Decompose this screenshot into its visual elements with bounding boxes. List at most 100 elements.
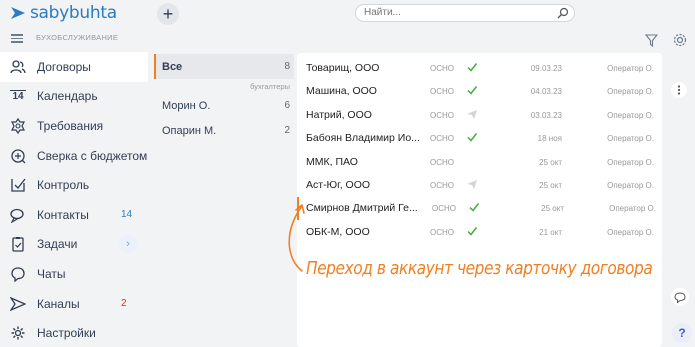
sent-icon xyxy=(467,109,477,119)
contract-name: ММК, ПАО xyxy=(306,155,358,168)
filter-person[interactable]: Морин О. 6 xyxy=(154,93,294,118)
contract-row[interactable]: ММК, ПАО ОСНО 25 окт Оператор О. xyxy=(297,151,662,174)
search-box xyxy=(355,4,575,22)
calendar-icon: 14 xyxy=(10,89,26,103)
operator-name: Оператор О. xyxy=(607,227,654,237)
tax-regime: ОСНО xyxy=(430,64,454,73)
contract-date: 09.03.23 xyxy=(530,64,562,73)
help-button[interactable]: ? xyxy=(672,323,692,343)
contract-date: 21 окт xyxy=(539,227,562,237)
contract-row[interactable]: Товарищ, ООО ОСНО 09.03.23 Оператор О. xyxy=(297,57,662,80)
sidebar-item-requirements[interactable]: Требования xyxy=(0,111,148,141)
sidebar-item-label: Календарь xyxy=(37,89,98,104)
sidebar-item-label: Настройки xyxy=(37,326,96,341)
tasks-icon xyxy=(10,236,26,253)
check-icon xyxy=(467,226,478,236)
filter-label: Все xyxy=(162,60,183,73)
settings-icon xyxy=(10,325,26,341)
sidebar-item-label: Договоры xyxy=(37,59,91,74)
logo-mark-icon xyxy=(11,7,25,19)
contract-row[interactable]: Бабоян Владимир Ио... ОСНО 18 ноя Оператор … xyxy=(297,127,662,150)
operator-name: Оператор О. xyxy=(607,157,654,167)
contract-row[interactable]: ОБК-М, ООО ОСНО 21 окт Оператор О. xyxy=(297,221,662,244)
filter-count: 6 xyxy=(284,100,290,111)
menu-icon[interactable] xyxy=(11,34,23,43)
contract-row[interactable]: Аст-Юг, ООО ОСНО 25 окт Оператор О. xyxy=(297,174,662,197)
contract-date: 03.03.23 xyxy=(530,110,562,120)
contracts-list: Товарищ, ООО ОСНО 09.03.23 Оператор О. Машин… xyxy=(297,53,662,347)
tax-regime: ОСНО xyxy=(430,134,454,144)
tax-regime: ОСНО xyxy=(430,157,454,167)
sidebar: sabybuhta БУХОБСЛУЖИВАНИЕ Договоры 14 Ка… xyxy=(0,0,148,347)
sidebar-item-label: Каналы xyxy=(37,296,80,311)
sidebar-item-control[interactable]: Контроль xyxy=(0,170,148,200)
check-icon xyxy=(469,203,480,213)
filter-caption: бухгалтеры xyxy=(250,82,290,91)
annotation-caption: Переход в аккаунт через карточку договор… xyxy=(306,259,653,279)
contract-row[interactable]: Натрий, ООО ОСНО 03.03.23 Оператор О. xyxy=(297,104,662,127)
filter-person[interactable]: Опарин М. 2 xyxy=(154,118,294,143)
operator-name: Оператор О. xyxy=(607,110,654,120)
sidebar-item-chats[interactable]: Чаты xyxy=(0,259,148,289)
channels-icon xyxy=(10,296,26,312)
reconcile-icon xyxy=(10,148,26,164)
filter-label: Опарин М. xyxy=(162,124,217,137)
channels-count-badge: 2 xyxy=(121,298,127,310)
filter-count: 2 xyxy=(284,125,290,136)
people-icon xyxy=(10,59,26,75)
contract-row[interactable]: Смирнов Дмитрий Ге... ОСНО 25 окт Оператор … xyxy=(297,197,662,221)
control-icon xyxy=(10,177,26,193)
search-input[interactable] xyxy=(364,7,544,18)
contract-name: Смирнов Дмитрий Ге... xyxy=(306,202,418,215)
tax-regime: ОСНО xyxy=(432,204,456,214)
check-icon xyxy=(467,86,478,96)
filter-all[interactable]: Все 8 xyxy=(154,54,294,79)
contract-name: Натрий, ООО xyxy=(306,108,372,121)
contract-date: 25 окт xyxy=(539,181,562,190)
sidebar-item-label: Задачи xyxy=(37,237,78,252)
tax-regime: ОСНО xyxy=(430,181,454,190)
more-options-icon[interactable] xyxy=(671,82,687,98)
sidebar-item-label: Требования xyxy=(37,118,104,133)
contract-name: Товарищ, ООО xyxy=(306,62,380,74)
contract-name: Аст-Юг, ООО xyxy=(306,179,371,191)
add-button[interactable]: + xyxy=(157,3,179,25)
filter-label: Морин О. xyxy=(162,99,211,112)
check-icon xyxy=(467,63,478,72)
tax-regime: ОСНО xyxy=(430,227,454,237)
check-icon xyxy=(467,133,478,142)
operator-name: Оператор О. xyxy=(607,181,654,190)
contract-name: Бабоян Владимир Ио... xyxy=(306,132,420,145)
operator-name: Оператор О. xyxy=(607,87,654,97)
sidebar-item-calendar[interactable]: 14 Календарь xyxy=(0,82,148,112)
sidebar-item-contracts[interactable]: Договоры xyxy=(0,52,148,82)
sidebar-item-tasks[interactable]: Задачи › xyxy=(0,230,148,260)
chat-icon[interactable] xyxy=(671,288,689,306)
search-icon[interactable] xyxy=(557,7,569,19)
sidebar-item-label: Сверка с бюджетом xyxy=(37,148,148,163)
contract-date: 04.03.23 xyxy=(530,87,562,97)
emblem-icon xyxy=(10,117,26,134)
gear-icon[interactable] xyxy=(672,32,688,48)
tax-regime: ОСНО xyxy=(430,87,454,97)
sidebar-item-budget-reconcile[interactable]: Сверка с бюджетом xyxy=(0,141,148,171)
contract-row[interactable]: Машина, ООО ОСНО 04.03.23 Оператор О. xyxy=(297,80,662,103)
chats-icon xyxy=(10,266,26,282)
sidebar-item-label: Контакты xyxy=(37,207,89,222)
sidebar-item-channels[interactable]: Каналы 2 xyxy=(0,289,148,319)
filter-icon[interactable] xyxy=(645,34,658,47)
logo-text: sabybuhta xyxy=(30,3,117,23)
chevron-right-icon[interactable]: › xyxy=(119,235,137,254)
contract-name: Машина, ООО xyxy=(306,85,377,98)
sidebar-item-label: Контроль xyxy=(37,178,90,193)
filter-count: 8 xyxy=(284,61,290,72)
sidebar-item-contacts[interactable]: Контакты 14 xyxy=(0,200,148,230)
operator-name: Оператор О. xyxy=(607,134,654,144)
chat-bubbles-icon xyxy=(10,207,26,223)
sidebar-item-settings[interactable]: Настройки xyxy=(0,318,148,347)
logo[interactable]: sabybuhta xyxy=(10,3,117,23)
operator-name: Оператор О. xyxy=(607,64,654,73)
contract-date: 18 ноя xyxy=(537,134,562,144)
company-name: БУХОБСЛУЖИВАНИЕ xyxy=(36,33,119,42)
contract-date: 25 окт xyxy=(541,204,564,214)
